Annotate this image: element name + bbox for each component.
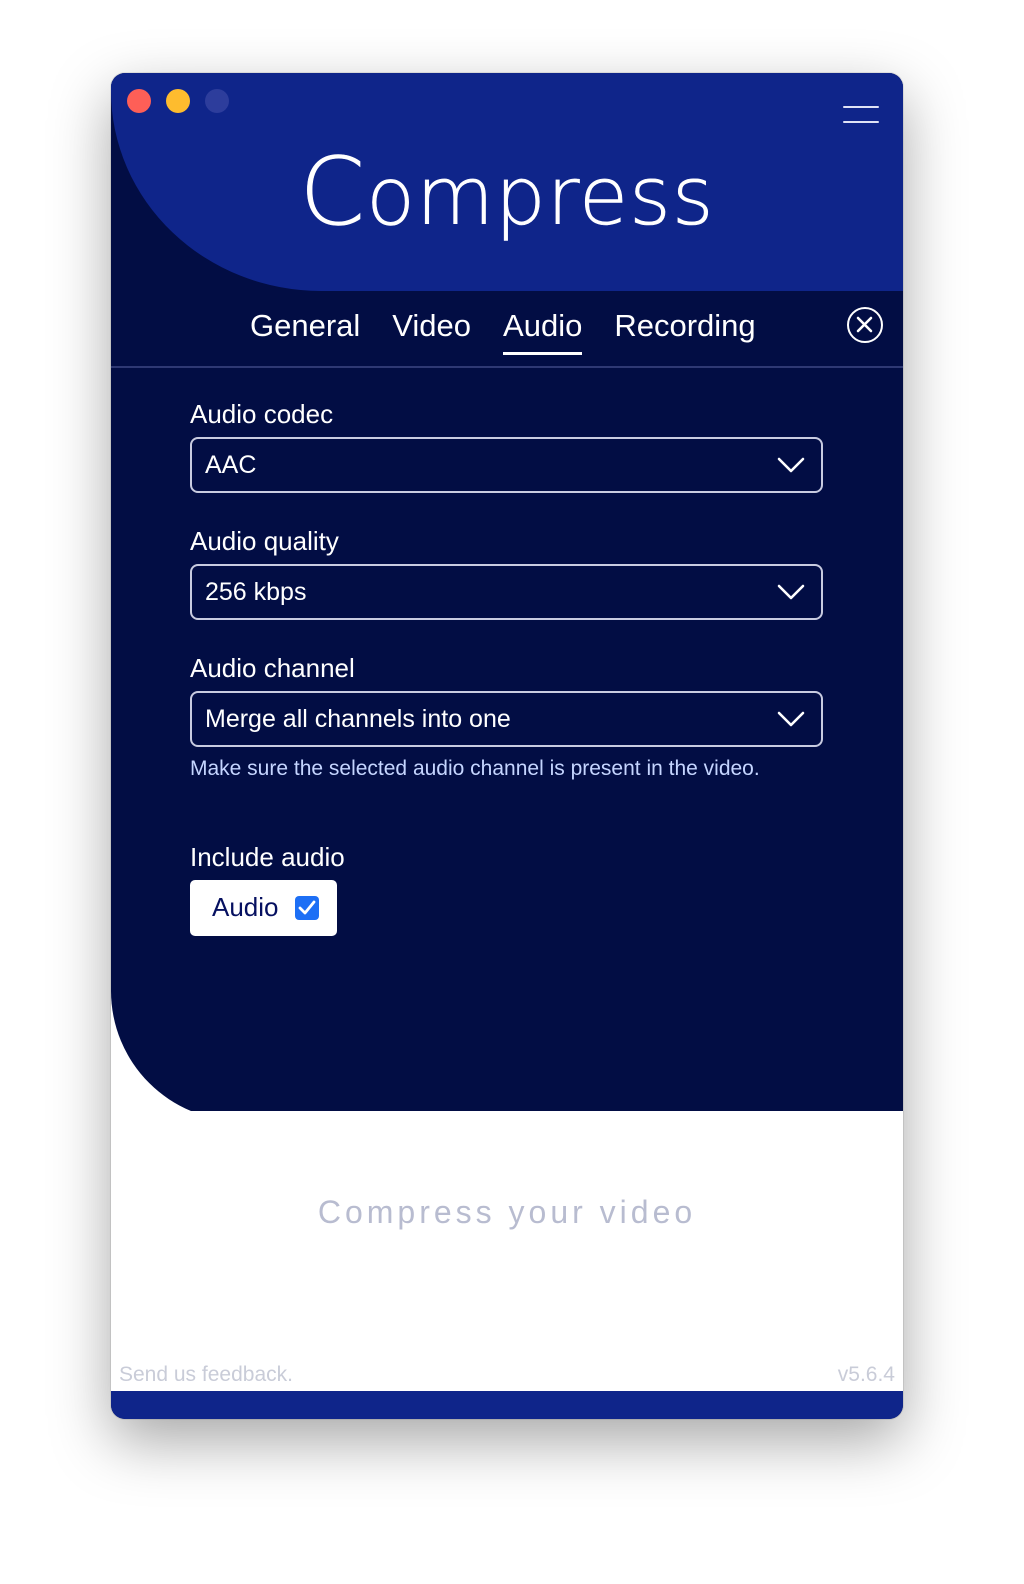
checkmark-icon [298,900,316,915]
audio-quality-label: Audio quality [190,526,339,556]
footer-bar [111,1391,903,1419]
version-label: v5.6.4 [837,1363,895,1386]
header: Compress [111,73,903,291]
compress-video-button[interactable]: Compress your video [111,1194,903,1231]
close-icon [856,316,873,333]
app-logo: Compress [299,138,715,248]
chevron-down-icon [777,711,805,727]
audio-channel-label: Audio channel [190,653,355,683]
audio-codec-select[interactable]: AAC [190,437,823,493]
menu-icon[interactable] [843,104,879,126]
tab-general[interactable]: General [250,304,360,355]
feedback-link[interactable]: Send us feedback. [119,1363,293,1387]
audio-channel-value: Merge all channels into one [205,705,511,733]
tab-video[interactable]: Video [392,304,471,355]
audio-quality-select[interactable]: 256 kbps [190,564,823,620]
close-window-button[interactable] [127,89,151,113]
include-audio-label: Include audio [190,842,345,872]
app-window: Compress General Video Audio Recording A… [111,73,903,1419]
tab-audio[interactable]: Audio [503,304,583,355]
chevron-down-icon [777,457,805,473]
include-audio-toggle[interactable]: Audio [190,880,337,936]
audio-channel-hint: Make sure the selected audio channel is … [190,757,760,780]
audio-channel-select[interactable]: Merge all channels into one [190,691,823,747]
tab-divider [111,366,903,368]
include-audio-checkbox-label: Audio [212,892,279,922]
tab-recording[interactable]: Recording [614,304,755,355]
audio-quality-value: 256 kbps [205,578,307,606]
zoom-window-button[interactable] [205,89,229,113]
close-settings-button[interactable] [847,307,883,343]
chevron-down-icon [777,584,805,600]
audio-codec-value: AAC [205,451,257,479]
minimize-window-button[interactable] [166,89,190,113]
window-controls [127,89,229,113]
include-audio-checkbox[interactable] [295,896,319,920]
audio-codec-label: Audio codec [190,399,334,429]
bottom-area [111,1111,903,1391]
tab-bar: General Video Audio Recording [111,304,903,366]
panel-curve [111,991,903,1121]
